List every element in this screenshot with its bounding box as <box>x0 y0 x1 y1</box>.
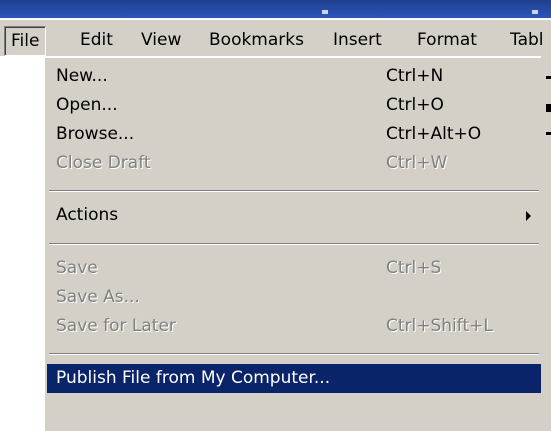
menu-item-save[interactable]: Save Ctrl+S <box>47 254 541 283</box>
menu-item-shortcut: Ctrl+Shift+L <box>386 316 493 336</box>
menu-bar-edge <box>0 18 551 20</box>
menu-bar: File Edit View Bookmarks Insert Format T… <box>0 18 551 57</box>
title-bar-mark <box>322 10 328 14</box>
menu-item-publish-file[interactable]: Publish File from My Computer... <box>47 364 541 393</box>
menu-item-shortcut: Ctrl+S <box>386 258 442 278</box>
menu-item-shortcut: Ctrl+Alt+O <box>386 124 482 144</box>
menu-separator <box>49 243 539 245</box>
toolbar-edge-right <box>541 56 551 431</box>
menu-item-label: Close Draft <box>56 153 151 173</box>
menu-item-browse[interactable]: Browse... Ctrl+Alt+O <box>47 120 541 149</box>
menu-insert[interactable]: Insert <box>327 26 388 54</box>
menu-item-label: Actions <box>56 205 119 225</box>
toolbar-mark <box>546 76 551 79</box>
menu-format[interactable]: Format <box>411 26 483 54</box>
menu-item-actions[interactable]: Actions <box>47 201 541 230</box>
menu-item-label: Browse... <box>56 124 135 144</box>
submenu-arrow-icon <box>526 211 531 221</box>
file-menu-dropdown: New... Ctrl+N Open... Ctrl+O Browse... C… <box>43 56 541 431</box>
menu-file[interactable]: File <box>4 26 47 56</box>
menu-view[interactable]: View <box>135 26 187 54</box>
menu-edit[interactable]: Edit <box>74 26 119 54</box>
menu-bookmarks[interactable]: Bookmarks <box>203 26 310 54</box>
title-bar-mark <box>532 10 538 14</box>
menu-item-label: Publish File from My Computer... <box>56 368 331 388</box>
menu-item-label: New... <box>56 66 108 86</box>
menu-item-label: Open... <box>56 95 118 115</box>
menu-item-shortcut: Ctrl+N <box>386 66 444 86</box>
title-bar <box>0 0 551 18</box>
application-window: File Edit View Bookmarks Insert Format T… <box>0 0 551 431</box>
menu-item-open[interactable]: Open... Ctrl+O <box>47 91 541 120</box>
menu-item-label: Save As... <box>56 287 140 307</box>
menu-separator <box>49 353 539 355</box>
menu-item-label: Save for Later <box>56 316 176 336</box>
toolbar-mark <box>546 132 551 135</box>
menu-item-shortcut: Ctrl+W <box>386 153 448 173</box>
menu-item-label: Save <box>56 258 98 278</box>
menu-item-save-for-later[interactable]: Save for Later Ctrl+Shift+L <box>47 312 541 341</box>
menu-item-shortcut: Ctrl+O <box>386 95 444 115</box>
menu-item-new[interactable]: New... Ctrl+N <box>47 62 541 91</box>
menu-item-close-draft[interactable]: Close Draft Ctrl+W <box>47 149 541 178</box>
document-area-left <box>0 56 43 431</box>
menu-separator <box>49 190 539 192</box>
toolbar-mark <box>546 104 551 112</box>
menu-item-save-as[interactable]: Save As... <box>47 283 541 312</box>
menu-table[interactable]: Tabl <box>504 26 550 54</box>
